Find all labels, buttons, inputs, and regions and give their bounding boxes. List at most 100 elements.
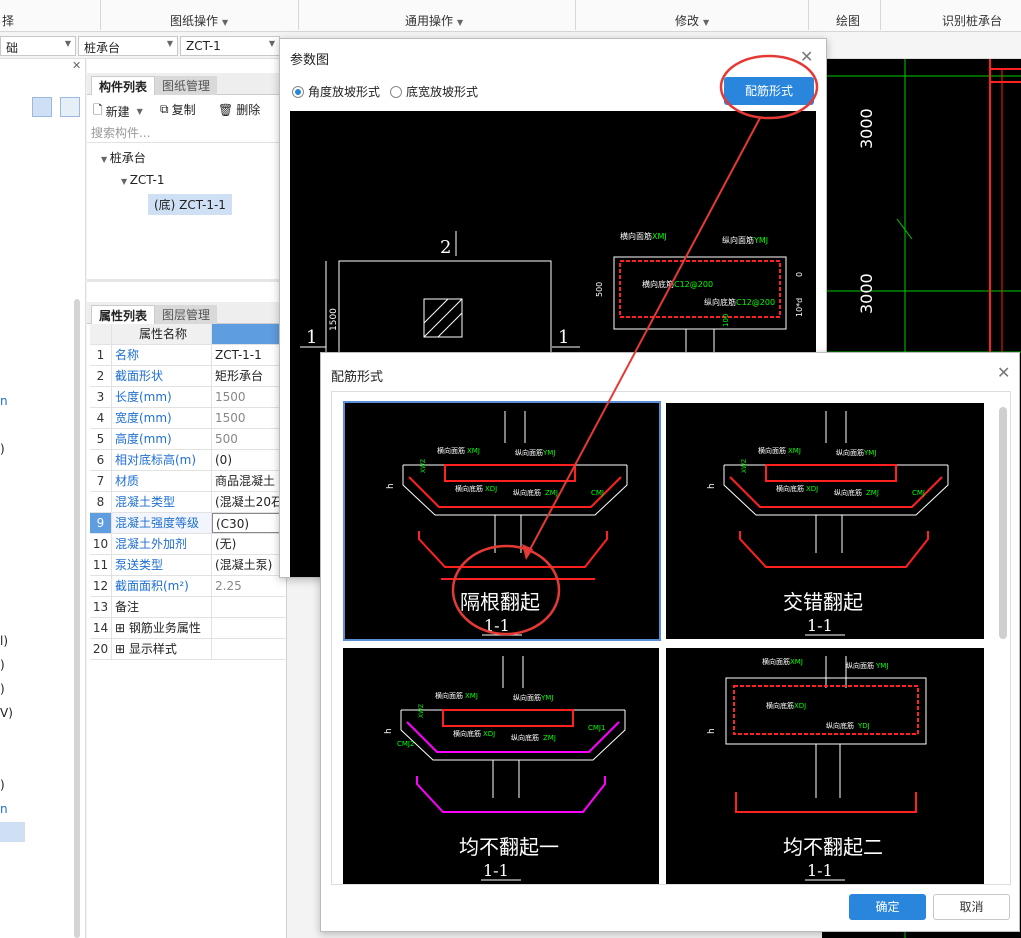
- new-button[interactable]: 🗋 新建 ▼: [93, 101, 143, 122]
- tree-leaf-selected[interactable]: (底) ZCT-1-1: [148, 194, 232, 215]
- detail-view-icon[interactable]: [60, 97, 80, 117]
- table-row[interactable]: 14 ⊞ 钢筋业务属性: [90, 618, 288, 639]
- rebar-detail: [735, 792, 917, 813]
- chevron-down-icon: ▼: [136, 107, 143, 116]
- radio-angle[interactable]: 角度放坡形式: [292, 83, 380, 100]
- close-icon[interactable]: ✕: [997, 363, 1010, 382]
- scrollbar[interactable]: [74, 299, 80, 938]
- property-value[interactable]: 商品混凝土: [212, 471, 288, 491]
- property-value[interactable]: [212, 639, 288, 659]
- property-value[interactable]: [212, 618, 288, 638]
- property-value[interactable]: (混凝土20石: [212, 492, 288, 512]
- table-row[interactable]: 7 材质 商品混凝土: [90, 471, 288, 492]
- option-geigen-fanqi[interactable]: 横向面筋 XMJ 纵向面筋 YMJ 横向底筋 XDJ 纵向底筋 ZMJ h CMJ XWZ 隔根翻起 1…: [343, 401, 661, 641]
- property-value[interactable]: [212, 597, 288, 617]
- label-zmj: 纵向面筋: [836, 448, 864, 457]
- expand-icon[interactable]: ⊞: [115, 642, 129, 656]
- ribbon-toolbar: 择 图纸操作 ▼ 通用操作 ▼ 修改 ▼ 绘图 识别桩承台: [0, 0, 1021, 32]
- option-section: 1-1: [807, 616, 833, 635]
- chevron-down-icon: ▼: [457, 18, 464, 27]
- property-value[interactable]: ZCT-1-1: [212, 345, 288, 365]
- ribbon-group-select[interactable]: 择: [2, 12, 14, 29]
- row-number: 8: [90, 492, 112, 512]
- ok-button[interactable]: 确定: [849, 894, 926, 920]
- rebar-detail: [416, 776, 606, 813]
- property-value[interactable]: 500: [212, 429, 288, 449]
- tab-drawing-management[interactable]: 图纸管理: [155, 76, 218, 95]
- table-row[interactable]: 2 截面形状 矩形承台: [90, 366, 288, 387]
- chevron-down-icon: ▼: [222, 18, 229, 27]
- expand-icon[interactable]: ⊞: [115, 621, 129, 635]
- rebar-top: [765, 464, 897, 482]
- copy-icon: ⧉: [160, 102, 169, 116]
- ribbon-group-label: 通用操作: [405, 14, 454, 28]
- table-row[interactable]: 1 名称 ZCT-1-1: [90, 345, 288, 366]
- ribbon-group-common-ops[interactable]: 通用操作 ▼: [405, 12, 463, 29]
- property-value[interactable]: (C30): [212, 513, 288, 533]
- table-row[interactable]: 12 截面面积(m²) 2.25: [90, 576, 288, 597]
- table-row[interactable]: 10 混凝土外加剂 (无): [90, 534, 288, 555]
- list-view-icon[interactable]: [32, 97, 52, 117]
- property-value[interactable]: 1500: [212, 387, 288, 407]
- scrollbar[interactable]: [999, 407, 1007, 639]
- table-row[interactable]: 13 备注: [90, 597, 288, 618]
- combo-value: 础: [6, 41, 19, 55]
- table-row[interactable]: 6 相对底标高(m) (0): [90, 450, 288, 471]
- option-jun-bu-fanqi-2[interactable]: 横向面筋 XMJ 纵向面筋 YMJ 横向底筋 XDJ 纵向底筋 YDJ h 均不翻起二 1-1: [666, 648, 984, 884]
- row-number: 5: [90, 429, 112, 449]
- ribbon-group-draw[interactable]: 绘图: [836, 12, 860, 29]
- panel-splitter[interactable]: [87, 279, 287, 282]
- property-name-text: 泵送类型: [115, 558, 164, 572]
- tab-component-list[interactable]: 构件列表: [91, 76, 156, 95]
- cancel-button[interactable]: 取消: [933, 894, 1010, 920]
- property-name-text: 备注: [115, 600, 140, 614]
- svg-text:横向面筋XMJ: 横向面筋XMJ: [620, 231, 667, 241]
- property-value[interactable]: 矩形承台: [212, 366, 288, 386]
- table-row[interactable]: 8 混凝土类型 (混凝土20石: [90, 492, 288, 513]
- copy-button[interactable]: ⧉ 复制: [160, 101, 196, 118]
- label-zmj: 纵向面筋: [515, 448, 543, 457]
- property-name-text: 截面形状: [115, 369, 164, 383]
- ribbon-group-drawing-ops[interactable]: 图纸操作 ▼: [170, 12, 228, 29]
- row-number: 7: [90, 471, 112, 491]
- property-name: 泵送类型: [112, 555, 212, 575]
- selected-nav-item[interactable]: [0, 822, 25, 842]
- option-jiaocuo-fanqi[interactable]: 横向面筋 XMJ 纵向面筋 YMJ 横向底筋 XDJ 纵向底筋 ZMJ h CMJ XWZ 交错翻起 1…: [666, 403, 984, 639]
- table-row[interactable]: 20 ⊞ 显示样式: [90, 639, 288, 660]
- option-section: 1-1: [483, 861, 509, 880]
- close-icon[interactable]: ✕: [72, 59, 81, 72]
- ribbon-group-identify-cap[interactable]: 识别桩承台: [942, 12, 1002, 29]
- property-value[interactable]: (0): [212, 450, 288, 470]
- rebar-form-button[interactable]: 配筋形式: [724, 77, 814, 105]
- property-value[interactable]: 1500: [212, 408, 288, 428]
- table-row[interactable]: 4 宽度(mm) 1500: [90, 408, 288, 429]
- table-row[interactable]: 5 高度(mm) 500: [90, 429, 288, 450]
- chevron-down-icon: ▼: [64, 39, 71, 48]
- tree-root[interactable]: ▼ 桩承台: [101, 149, 146, 166]
- delete-button[interactable]: 🗑 删除: [218, 101, 260, 118]
- property-name: 材质: [112, 471, 212, 491]
- component-combo[interactable]: ZCT-1 ▼: [180, 36, 280, 56]
- table-row[interactable]: 11 泵送类型 (混凝土泵): [90, 555, 288, 576]
- nav-fragment: ): [0, 658, 5, 672]
- label-hmj: 横向面筋: [435, 691, 463, 700]
- table-row[interactable]: 9 混凝土强度等级 (C30): [90, 513, 288, 534]
- category-combo[interactable]: 础 ▼: [0, 36, 76, 56]
- property-value[interactable]: (无): [212, 534, 288, 554]
- tree-child[interactable]: ▼ ZCT-1: [121, 173, 165, 187]
- close-icon[interactable]: ✕: [800, 47, 813, 66]
- property-name: ⊞ 钢筋业务属性: [112, 618, 212, 638]
- radio-bottom-width[interactable]: 底宽放坡形式: [390, 83, 478, 100]
- property-value[interactable]: 2.25: [212, 576, 288, 596]
- ribbon-group-modify[interactable]: 修改 ▼: [675, 12, 709, 29]
- type-combo[interactable]: 桩承台 ▼: [78, 36, 178, 56]
- property-name-text: 高度(mm): [115, 432, 172, 446]
- search-input[interactable]: 搜索构件...: [91, 124, 277, 142]
- table-row[interactable]: 3 长度(mm) 1500: [90, 387, 288, 408]
- chevron-down-icon: ▼: [703, 18, 710, 27]
- label-hdj: 横向底筋: [455, 484, 483, 493]
- option-jun-bu-fanqi-1[interactable]: 横向面筋 XMJ 纵向面筋 YMJ 横向底筋 XDJ 纵向底筋 ZMJ h CMJ1 XWZ CMJ2…: [343, 648, 659, 884]
- property-value[interactable]: (混凝土泵): [212, 555, 288, 575]
- tab-layer-management[interactable]: 图层管理: [155, 305, 218, 324]
- tab-property-list[interactable]: 属性列表: [91, 305, 156, 324]
